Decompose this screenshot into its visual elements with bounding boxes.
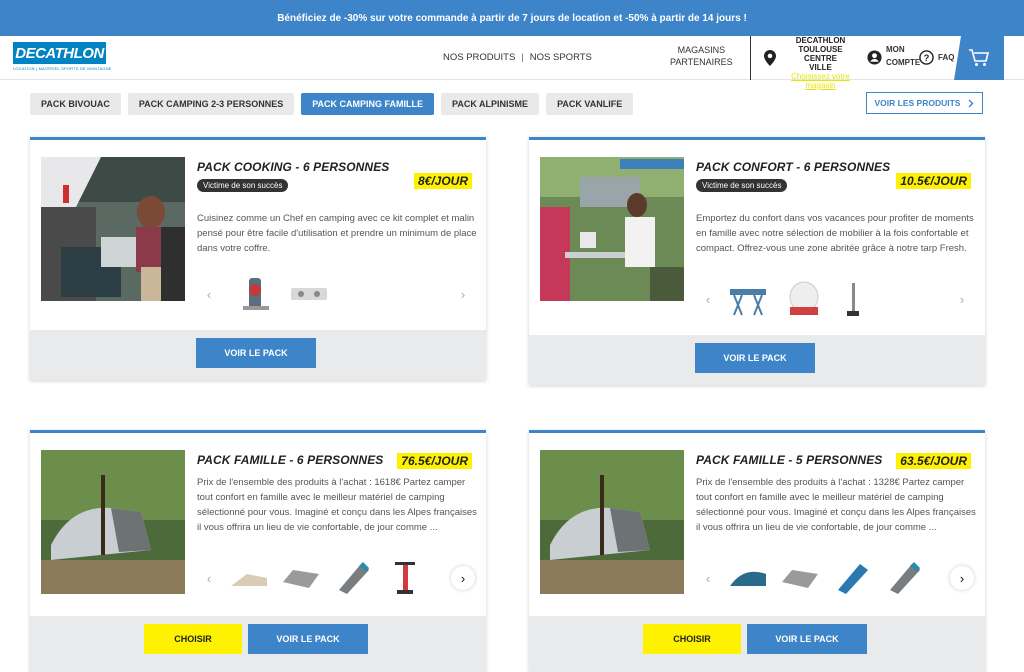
chevron-left-icon[interactable]: ‹ xyxy=(197,566,221,590)
product-tent[interactable] xyxy=(227,560,271,596)
pack-description: Prix de l'ensemble des produits à l'acha… xyxy=(696,477,976,533)
pack-price: 63.5€/JOUR xyxy=(896,453,971,469)
product-sleeping-bag[interactable] xyxy=(331,560,375,596)
pack-photo-famille-5 xyxy=(540,450,684,594)
pack-footer: VOIR LE PACK xyxy=(30,330,486,380)
header-divider xyxy=(750,36,751,80)
product-carousel: ‹ › xyxy=(197,560,475,596)
product-sleeping-bag[interactable] xyxy=(882,560,926,596)
chevron-right-icon[interactable]: › xyxy=(950,566,974,590)
choose-button[interactable]: CHOISIR xyxy=(144,624,242,654)
pack-badge: Victime de son succès xyxy=(696,179,788,192)
see-products-button[interactable]: VOIR LES PRODUITS xyxy=(866,92,983,114)
partner-stores-link[interactable]: MAGASINS PARTENAIRES xyxy=(670,44,733,68)
header: DECATHLON LOCATION | MATÉRIEL SPORTS DE … xyxy=(0,36,1024,90)
store-name-line3: VILLE xyxy=(809,63,832,72)
pack-title: PACK CONFORT - 6 PERSONNES xyxy=(696,160,891,174)
pack-description: Emportez du confort dans vos vacances po… xyxy=(696,213,974,254)
account-link[interactable]: MON COMPTE xyxy=(886,43,920,69)
decathlon-logo[interactable]: DECATHLON LOCATION | MATÉRIEL SPORTS DE … xyxy=(13,42,112,71)
partner-stores-line1: MAGASINS xyxy=(677,45,726,55)
faq-link[interactable]: FAQ xyxy=(938,53,954,62)
see-pack-button[interactable]: VOIR LE PACK xyxy=(248,624,368,654)
account-line2: COMPTE xyxy=(886,58,921,67)
pack-description: Prix de l'ensemble des produits à l'acha… xyxy=(197,477,477,533)
see-pack-button[interactable]: VOIR LE PACK xyxy=(695,343,815,373)
pack-card-confort: PACK CONFORT - 6 PERSONNES 10.5€/JOUR Vi… xyxy=(529,137,985,385)
promo-banner: Bénéficiez de -30% sur votre commande à … xyxy=(0,0,1024,36)
promo-text: Bénéficiez de -30% sur votre commande à … xyxy=(277,12,747,24)
product-cookware-stack[interactable] xyxy=(233,276,277,312)
pack-footer: CHOISIR VOIR LE PACK xyxy=(529,616,985,672)
nav-products[interactable]: NOS PRODUITS xyxy=(443,52,515,63)
pack-tabs: PACK BIVOUAC PACK CAMPING 2-3 PERSONNES … xyxy=(30,93,634,115)
pack-photo-cooking xyxy=(41,157,185,301)
cart-icon xyxy=(969,49,990,66)
cart-button[interactable] xyxy=(954,36,1004,80)
tab-pack-camping-famille[interactable]: PACK CAMPING FAMILLE xyxy=(301,93,435,115)
product-camping-stove[interactable] xyxy=(287,276,331,312)
product-cooler-box[interactable] xyxy=(782,281,826,317)
nav-sports[interactable]: NOS SPORTS xyxy=(530,52,592,63)
see-products-label: VOIR LES PRODUITS xyxy=(874,98,961,108)
main-nav: NOS PRODUITS | NOS SPORTS xyxy=(443,52,592,63)
product-carousel: ‹ › xyxy=(696,560,974,596)
account-icon[interactable] xyxy=(867,50,882,65)
pack-price: 76.5€/JOUR xyxy=(397,453,472,469)
see-pack-button[interactable]: VOIR LE PACK xyxy=(747,624,867,654)
store-selector[interactable]: DECATHLON TOULOUSE CENTRE VILLE Choisiss… xyxy=(783,36,858,90)
chevron-right-icon xyxy=(968,99,974,107)
product-pump[interactable] xyxy=(383,560,427,596)
help-icon[interactable]: ? xyxy=(919,50,934,65)
tab-pack-camping-2-3[interactable]: PACK CAMPING 2-3 PERSONNES xyxy=(127,93,295,115)
chevron-right-icon[interactable]: › xyxy=(451,282,475,306)
chevron-left-icon[interactable]: ‹ xyxy=(696,287,720,311)
product-air-mattress[interactable] xyxy=(778,560,822,596)
account-line1: MON xyxy=(886,45,905,54)
pack-title: PACK COOKING - 6 PERSONNES xyxy=(197,160,390,174)
see-pack-button[interactable]: VOIR LE PACK xyxy=(196,338,316,368)
pack-description: Cuisinez comme un Chef en camping avec c… xyxy=(197,213,477,254)
pack-photo-confort xyxy=(540,157,684,301)
choose-store-link-line2[interactable]: magasin xyxy=(783,81,858,90)
pack-badge: Victime de son succès xyxy=(197,179,289,192)
pack-title: PACK FAMILLE - 5 PERSONNES xyxy=(696,453,883,467)
product-tent[interactable] xyxy=(726,560,770,596)
pack-card-famille-5: PACK FAMILLE - 5 PERSONNES 63.5€/JOUR Pr… xyxy=(529,430,985,672)
partner-stores-line2: PARTENAIRES xyxy=(670,57,733,67)
chevron-left-icon[interactable]: ‹ xyxy=(197,282,221,306)
product-tarp-pole[interactable] xyxy=(832,281,876,317)
logo-wordmark: DECATHLON xyxy=(13,42,106,64)
pack-footer: CHOISIR VOIR LE PACK xyxy=(30,616,486,672)
pack-title: PACK FAMILLE - 6 PERSONNES xyxy=(197,453,384,467)
product-air-mattress[interactable] xyxy=(279,560,323,596)
product-folding-table[interactable] xyxy=(726,281,770,317)
pack-photo-famille-6 xyxy=(41,450,185,594)
nav-separator: | xyxy=(521,52,524,63)
chevron-right-icon[interactable]: › xyxy=(950,287,974,311)
tab-pack-vanlife[interactable]: PACK VANLIFE xyxy=(546,93,634,115)
product-sleeping-mat[interactable] xyxy=(830,560,874,596)
choose-store-link[interactable]: Choisissez votre xyxy=(783,72,858,81)
chevron-left-icon[interactable]: ‹ xyxy=(696,566,720,590)
store-name-line1: DECATHLON xyxy=(795,36,846,45)
location-pin-icon xyxy=(764,50,776,66)
product-carousel: ‹ › xyxy=(197,276,475,312)
tab-pack-bivouac[interactable]: PACK BIVOUAC xyxy=(30,93,121,115)
pack-card-cooking: PACK COOKING - 6 PERSONNES 8€/JOUR Victi… xyxy=(30,137,486,380)
pack-card-famille-6: PACK FAMILLE - 6 PERSONNES 76.5€/JOUR Pr… xyxy=(30,430,486,672)
logo-tagline: LOCATION | MATÉRIEL SPORTS DE MONTAGNE xyxy=(13,66,112,71)
pack-price: 8€/JOUR xyxy=(413,173,472,189)
store-name-line2: TOULOUSE CENTRE xyxy=(798,45,843,63)
chevron-right-icon[interactable]: › xyxy=(451,566,475,590)
pack-price: 10.5€/JOUR xyxy=(896,173,971,189)
product-carousel: ‹ › xyxy=(696,281,974,317)
pack-footer: VOIR LE PACK xyxy=(529,335,985,385)
svg-text:?: ? xyxy=(924,53,930,63)
choose-button[interactable]: CHOISIR xyxy=(643,624,741,654)
tab-pack-alpinisme[interactable]: PACK ALPINISME xyxy=(441,93,540,115)
